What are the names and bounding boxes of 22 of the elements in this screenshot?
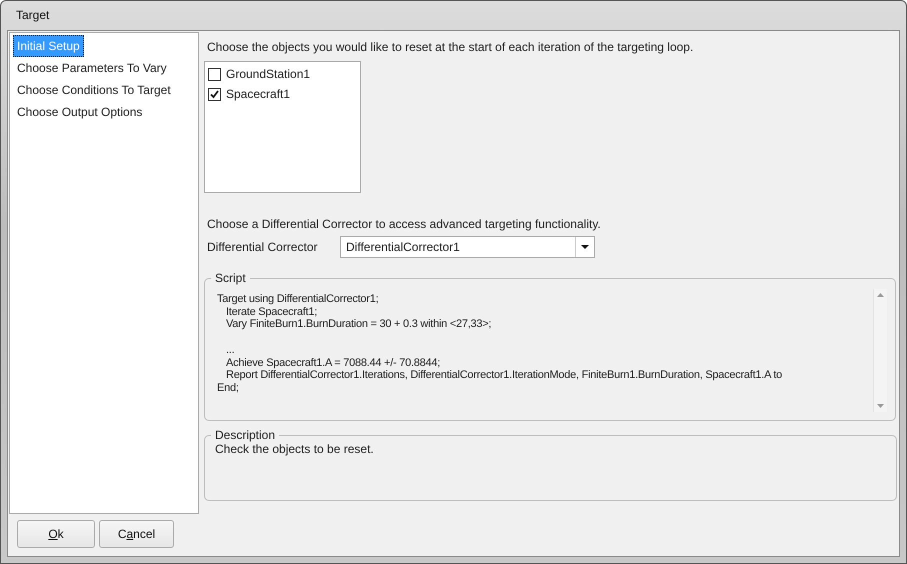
- instruction-text: Choose the objects you would like to reset at the start of each iteration of the targeting loop.: [206, 39, 694, 56]
- checkbox-label: GroundStation1: [226, 67, 310, 81]
- field-label: Differential Corrector: [207, 240, 318, 254]
- dropdown-arrow-icon: [581, 245, 589, 249]
- script-text: Target using DifferentialCorrector1; Iterate Spacecraft1; Vary FiniteBurn1.BurnDuration = 30 + 0.3 within <27,33>; ... Achieve Spacecraft1.A = 7088.44 +/- 70.8844; Report DifferentialCorrector1.Iterations, DifferentialCorrector1.IterationMode, FiniteBurn1.BurnDuration, Spacecraft1.A to End;: [216, 292, 784, 396]
- nav-item[interactable]: Choose Conditions To Target: [13, 79, 175, 101]
- checkbox-label: Spacecraft1: [226, 87, 290, 101]
- dialog-button[interactable]: Cancel: [99, 520, 174, 548]
- corrector-dropdown[interactable]: DifferentialCorrector1: [340, 236, 595, 258]
- nav-item[interactable]: Choose Output Options: [13, 101, 146, 123]
- group-title: Script: [211, 271, 250, 285]
- checkbox[interactable]: [208, 88, 221, 100]
- checkbox[interactable]: [208, 68, 221, 80]
- dialog-button[interactable]: Ok: [17, 520, 95, 548]
- group-title: Description: [211, 428, 280, 442]
- scrollbar[interactable]: [873, 289, 887, 412]
- description-text: Check the objects to be reset.: [215, 442, 374, 456]
- scroll-up-icon[interactable]: [877, 293, 884, 297]
- instruction-text: Choose a Differential Corrector to access advanced targeting functionality.: [206, 216, 602, 233]
- window-title: Target: [15, 7, 50, 24]
- scroll-down-icon[interactable]: [877, 404, 884, 408]
- nav-item[interactable]: Choose Parameters To Vary: [13, 57, 171, 79]
